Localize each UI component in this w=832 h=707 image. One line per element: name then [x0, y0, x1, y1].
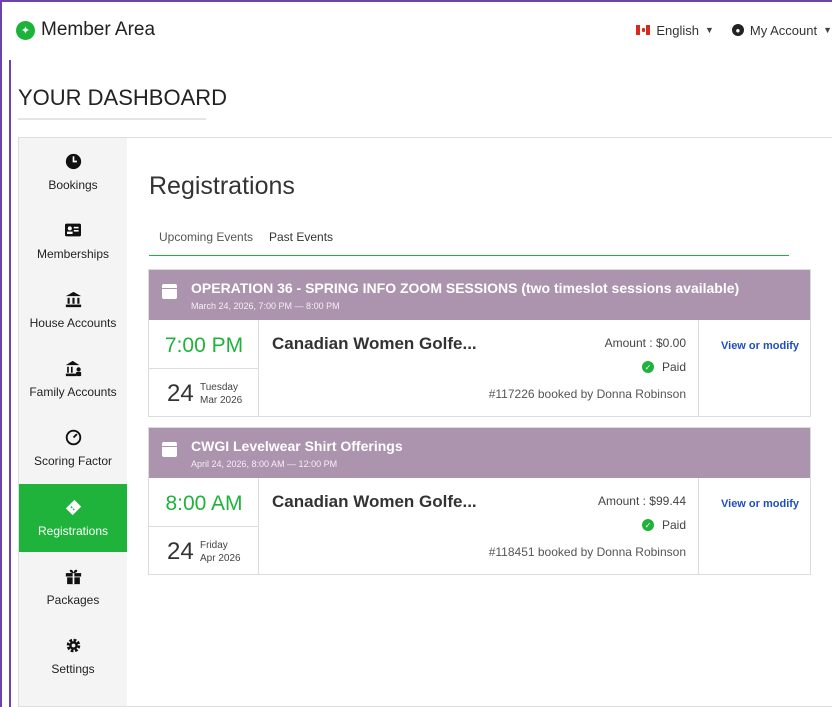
language-label: English — [656, 22, 699, 38]
view-or-modify-link[interactable]: View or modify — [721, 340, 799, 352]
booking-info: #118451 booked by Donna Robinson — [488, 545, 686, 559]
window-frame-inner — [9, 60, 11, 707]
gear-icon — [65, 637, 82, 657]
event-info: Canadian Women Golfe... Amount : $99.44 … — [259, 478, 699, 574]
event-amount: Amount : $0.00 — [604, 336, 686, 350]
brand-logo-icon: ✦ — [16, 20, 35, 40]
sidebar-item-family-accounts[interactable]: Family Accounts — [19, 345, 127, 413]
sidebar-item-bookings[interactable]: Bookings — [19, 138, 127, 206]
event-time: 7:00 PM — [164, 334, 244, 357]
chevron-down-icon: ▼ — [704, 25, 714, 35]
gauge-icon — [65, 429, 82, 449]
event-date-range: March 24, 2026, 7:00 PM — 8:00 PM — [191, 301, 340, 311]
dashboard-title: YOUR DASHBOARD — [18, 85, 228, 110]
event-weekday: Tuesday — [200, 382, 238, 393]
check-circle-icon: ✓ — [641, 361, 654, 373]
event-month-year: Apr 2026 — [200, 553, 241, 564]
chevron-down-icon: ▼ — [823, 25, 832, 35]
dashboard-panel: Bookings Memberships House Accounts Fami… — [18, 137, 832, 707]
sidebar-item-label: House Accounts — [29, 315, 117, 330]
clock-icon — [65, 153, 82, 173]
brand-title: Member Area — [41, 19, 156, 40]
event-club: Canadian Women Golfe... — [272, 492, 477, 511]
event-time: 8:00 AM — [165, 492, 243, 515]
sidebar-item-label: Registrations — [37, 523, 109, 538]
status-label: Paid — [661, 360, 686, 374]
sidebar: Bookings Memberships House Accounts Fami… — [19, 138, 127, 706]
status-label: Paid — [661, 518, 686, 532]
sidebar-item-label: Settings — [51, 661, 95, 676]
sidebar-item-label: Family Accounts — [29, 384, 117, 399]
sidebar-item-label: Packages — [46, 592, 100, 607]
family-bank-icon — [65, 360, 82, 380]
divider — [149, 368, 259, 369]
nav-right: English ▼ ● My Account ▼ — [636, 23, 832, 38]
view-or-modify-link[interactable]: View or modify — [721, 498, 799, 510]
sidebar-item-memberships[interactable]: Memberships — [19, 207, 127, 275]
account-dropdown[interactable]: ● My Account ▼ — [731, 22, 832, 38]
event-day: 24 — [167, 380, 194, 407]
event-club: Canadian Women Golfe... — [272, 334, 477, 353]
sidebar-item-settings[interactable]: Settings — [19, 622, 127, 690]
event-time-box: 8:00 AM 24 Friday Apr 2026 — [149, 478, 259, 574]
event-day: 24 — [167, 538, 194, 565]
event-amount: Amount : $99.44 — [597, 494, 686, 508]
event-info: Canadian Women Golfe... Amount : $0.00 ✓… — [259, 320, 699, 416]
sidebar-item-label: Bookings — [48, 177, 98, 192]
brand[interactable]: ✦ Member Area — [16, 19, 155, 41]
top-navbar: ✦ Member Area English ▼ ● My Account ▼ — [2, 2, 832, 58]
sidebar-item-registrations[interactable]: Registrations — [19, 484, 127, 552]
status-badge: ✓ Paid — [641, 360, 686, 374]
main-content: Registrations Upcoming Events Past Event… — [127, 138, 832, 706]
event-name: CWGI Levelwear Shirt Offerings — [191, 438, 403, 454]
sidebar-item-packages[interactable]: Packages — [19, 553, 127, 621]
event-name: OPERATION 36 - SPRING INFO ZOOM SESSIONS… — [191, 280, 740, 296]
sidebar-item-house-accounts[interactable]: House Accounts — [19, 276, 127, 344]
divider — [149, 526, 259, 527]
event-body: 8:00 AM 24 Friday Apr 2026 Canadian Wome… — [149, 478, 810, 574]
event-tabs: Upcoming Events Past Events — [149, 226, 789, 256]
sidebar-item-label: Memberships — [36, 246, 110, 261]
bank-icon — [65, 291, 82, 311]
ticket-icon — [65, 499, 82, 519]
gift-icon — [65, 568, 82, 588]
booking-info: #117226 booked by Donna Robinson — [488, 387, 686, 401]
page-title: Registrations — [149, 172, 295, 200]
check-circle-icon: ✓ — [641, 519, 654, 531]
event-weekday: Friday — [200, 540, 228, 551]
event-month-year: Mar 2026 — [200, 395, 243, 406]
sidebar-item-scoring-factor[interactable]: Scoring Factor — [19, 414, 127, 482]
id-card-icon — [65, 222, 81, 242]
window-frame-left — [0, 0, 2, 707]
event-card: CWGI Levelwear Shirt Offerings April 24,… — [148, 427, 811, 575]
tab-upcoming-events[interactable]: Upcoming Events — [159, 230, 253, 244]
event-card: OPERATION 36 - SPRING INFO ZOOM SESSIONS… — [148, 269, 811, 417]
status-badge: ✓ Paid — [641, 518, 686, 532]
account-label: My Account — [749, 22, 818, 38]
event-header: OPERATION 36 - SPRING INFO ZOOM SESSIONS… — [149, 270, 810, 320]
event-body: 7:00 PM 24 Tuesday Mar 2026 Canadian Wom… — [149, 320, 810, 416]
event-header: CWGI Levelwear Shirt Offerings April 24,… — [149, 428, 810, 478]
sidebar-item-label: Scoring Factor — [33, 453, 113, 468]
event-time-box: 7:00 PM 24 Tuesday Mar 2026 — [149, 320, 259, 416]
event-date-range: April 24, 2026, 8:00 AM — 12:00 PM — [191, 459, 338, 469]
user-icon: ● — [731, 24, 744, 36]
calendar-icon — [162, 284, 177, 299]
tab-past-events[interactable]: Past Events — [269, 230, 333, 244]
dashboard-title-underline — [18, 118, 206, 120]
canada-flag-icon — [636, 25, 651, 35]
language-dropdown[interactable]: English ▼ — [636, 23, 714, 38]
calendar-icon — [162, 442, 177, 457]
